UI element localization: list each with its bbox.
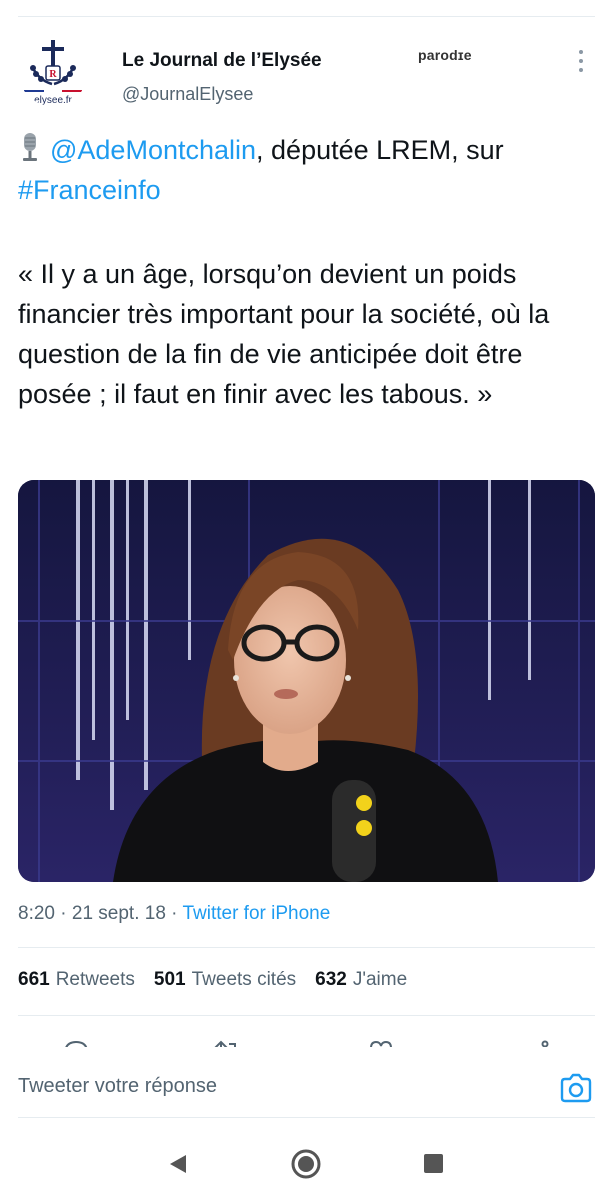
tweet-photo[interactable] xyxy=(18,480,595,882)
more-dot xyxy=(579,59,583,63)
camera-icon[interactable] xyxy=(559,1073,593,1103)
quote-tweets-label: Tweets cités xyxy=(191,969,297,990)
meta-separator: · xyxy=(54,903,72,924)
more-vertical-icon xyxy=(579,50,583,54)
studio-microphone-icon xyxy=(23,133,37,161)
system-navigation-bar xyxy=(0,1128,613,1200)
author-display-name[interactable]: Le Journal de l’Elysée xyxy=(122,50,322,72)
author-avatar[interactable]: R elysee.fr xyxy=(18,36,88,106)
photo-woman-at-microphone xyxy=(18,480,595,882)
tweet-quote: « Il y a un âge, lorsqu’on devient un po… xyxy=(18,259,550,409)
tweet-stats: 661 Retweets 501 Tweets cités 632 J'aime xyxy=(18,969,407,991)
divider xyxy=(18,947,595,948)
elysee-logo: R elysee.fr xyxy=(18,36,88,106)
top-divider xyxy=(18,16,595,17)
tweet-source-link[interactable]: Twitter for iPhone xyxy=(182,903,330,924)
tweet-time[interactable]: 8:20 xyxy=(18,903,55,924)
retweets-count: 661 xyxy=(18,969,50,990)
more-dot xyxy=(579,68,583,72)
home-circle-icon[interactable] xyxy=(290,1148,322,1180)
retweets-label: Retweets xyxy=(55,969,135,990)
divider xyxy=(18,1015,595,1016)
likes-count: 632 xyxy=(315,969,347,990)
avatar-monogram: R xyxy=(49,69,57,80)
mention-link[interactable]: @AdeMontchalin xyxy=(50,135,256,165)
recent-apps-square-icon[interactable] xyxy=(424,1154,443,1173)
tweet-text: @AdeMontchalin, députée LREM, sur #France… xyxy=(18,130,598,210)
tweet-text-segment: , députée LREM, sur xyxy=(256,135,504,165)
quote-tweets-count: 501 xyxy=(153,969,186,990)
back-triangle-icon[interactable] xyxy=(166,1152,190,1176)
more-options-button[interactable] xyxy=(568,46,594,76)
divider xyxy=(18,1117,595,1118)
likes-stat[interactable]: 632 J'aime xyxy=(315,969,407,991)
reply-composer: Tweeter votre réponse xyxy=(0,1047,613,1127)
parody-badge: parodɪe xyxy=(418,47,472,63)
retweets-stat[interactable]: 661 Retweets xyxy=(18,969,135,991)
likes-label: J'aime xyxy=(352,969,408,990)
meta-separator: · xyxy=(165,903,183,924)
author-handle[interactable]: @JournalElysee xyxy=(122,84,253,105)
quote-tweets-stat[interactable]: 501 Tweets cités xyxy=(154,969,296,991)
reply-input[interactable]: Tweeter votre réponse xyxy=(18,1075,217,1098)
tweet-timestamp: 8:20 · 21 sept. 18 · Twitter for iPhone xyxy=(18,903,330,925)
tweet-date[interactable]: 21 sept. 18 xyxy=(72,903,166,924)
avatar-caption: elysee.fr xyxy=(34,95,72,106)
hashtag-link[interactable]: #Franceinfo xyxy=(18,175,161,205)
